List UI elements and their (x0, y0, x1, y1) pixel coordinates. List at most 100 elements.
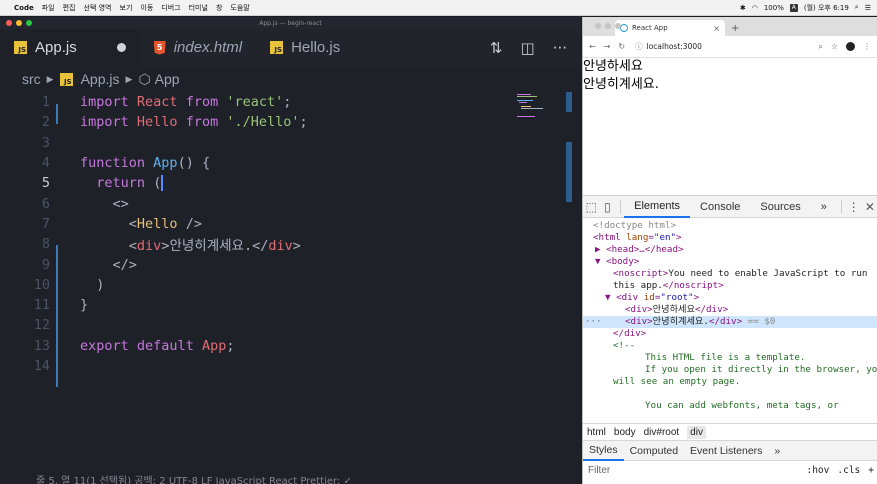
compare-changes-icon[interactable]: ⇅ (490, 39, 503, 57)
styles-filter-bar: Filter :hov .cls + (583, 460, 877, 480)
battery-text: 100% (763, 3, 784, 12)
styles-filter-input[interactable]: Filter (588, 465, 610, 476)
clock-text[interactable]: (월) 오후 6:19 (804, 3, 849, 13)
dom-node[interactable]: ▶ <head>…</head> (583, 244, 877, 256)
chrome-menu-icon[interactable]: ⋮ (863, 42, 871, 51)
dom-node[interactable]: </div> (583, 328, 877, 340)
split-editor-icon[interactable]: ◫ (521, 39, 535, 57)
tab-event-listeners[interactable]: Event Listeners (684, 441, 768, 461)
crumb-div[interactable]: div (687, 425, 706, 439)
code-line: 9 </> (0, 254, 137, 274)
menu-help[interactable]: 도움말 (230, 3, 249, 13)
browser-tab-title: React App (632, 24, 668, 32)
minimize-window-button[interactable] (605, 23, 611, 29)
unsaved-dot-icon[interactable] (116, 43, 126, 52)
menu-selection[interactable]: 선택 영역 (84, 3, 112, 13)
search-icon[interactable]: ⌕ (855, 3, 859, 12)
inspect-element-icon[interactable]: ⬚ (583, 200, 599, 214)
minimap[interactable] (517, 92, 547, 122)
menu-terminal[interactable]: 터미널 (189, 3, 208, 13)
more-actions-icon[interactable]: ··· (553, 39, 567, 57)
dom-node[interactable]: this app.</noscript> (583, 280, 877, 292)
menu-list-icon[interactable]: ☰ (865, 4, 871, 12)
dom-comment-line[interactable]: You can add webfonts, meta tags, or (583, 400, 877, 412)
profile-avatar-icon[interactable] (846, 42, 855, 51)
breadcrumb-file[interactable]: App.js (81, 71, 120, 87)
devtools-menu-icon[interactable]: ⋮ (845, 200, 861, 214)
devtools-tabs: ⬚ ▯ Elements Console Sources » ⋮ ✕ (583, 196, 877, 218)
crumb-html[interactable]: html (587, 427, 606, 438)
chevron-right-icon: ▶ (125, 73, 133, 84)
close-tab-icon[interactable]: × (713, 24, 720, 33)
tab-label: index.html (173, 39, 243, 56)
class-toggle[interactable]: .cls (837, 465, 860, 476)
zoom-icon[interactable]: ⌕ (818, 42, 822, 52)
crumb-body[interactable]: body (614, 427, 636, 438)
tab-app-js[interactable]: JS App.js (0, 29, 140, 66)
tab-index-html[interactable]: 5 index.html (140, 29, 256, 66)
dom-comment-line[interactable]: This HTML file is a template. (583, 352, 877, 364)
dom-node[interactable]: <div>안녕하세요</div> (583, 304, 877, 316)
dom-comment-line[interactable] (583, 388, 877, 400)
bookmark-star-icon[interactable]: ☆ (831, 42, 838, 51)
tab-sources[interactable]: Sources (750, 196, 810, 218)
menu-window[interactable]: 창 (216, 3, 222, 13)
close-window-button[interactable] (595, 23, 601, 29)
toolbar-right: ⌕ ☆ ⋮ (818, 42, 871, 52)
styles-pane-tabs: Styles Computed Event Listeners » (583, 440, 877, 461)
tab-computed[interactable]: Computed (624, 441, 684, 461)
dom-node[interactable]: <!doctype html> (583, 220, 877, 232)
address-bar[interactable]: ⓘ localhost:3000 (635, 41, 702, 52)
menu-debug[interactable]: 디버그 (161, 3, 180, 13)
dom-node[interactable]: ▼ <body> (583, 256, 877, 268)
line-number: 8 (41, 236, 50, 253)
dom-node[interactable]: ▼ <div id="root"> (583, 292, 877, 304)
tab-hello-js[interactable]: JS Hello.js (256, 29, 354, 66)
reload-icon[interactable]: ↻ (618, 42, 625, 51)
more-panes-button[interactable]: » (768, 441, 786, 461)
tab-elements[interactable]: Elements (624, 196, 691, 218)
window-title: App.js — begin-react (259, 19, 322, 27)
back-icon[interactable]: ← (589, 42, 596, 51)
close-devtools-icon[interactable]: ✕ (862, 200, 877, 214)
bluetooth-icon[interactable]: ✱ (740, 4, 746, 12)
breadcrumb: src ▶ JS App.js ▶ ⬡ App (0, 66, 581, 92)
dom-node[interactable]: <html lang="en"> (583, 232, 877, 244)
new-style-rule-button[interactable]: + (868, 465, 874, 476)
hover-state-toggle[interactable]: :hov (806, 465, 829, 476)
code-editor[interactable]: 1 import React from 'react'; 2 import He… (0, 92, 581, 462)
browser-tab[interactable]: React App × (615, 20, 725, 36)
input-method-icon[interactable]: A (789, 3, 798, 12)
tab-console[interactable]: Console (690, 196, 750, 218)
info-icon[interactable]: ⓘ (635, 41, 643, 52)
expand-arrow-icon: ▶ (595, 244, 607, 255)
dom-node-selected[interactable]: ··· <div>안녕히계세요.</div> == $0 (583, 316, 877, 328)
dom-comment-line[interactable]: will see an empty page. (583, 376, 877, 388)
chrome-tabstrip: React App × + (583, 17, 877, 36)
menu-app[interactable]: Code (14, 4, 34, 12)
menu-edit[interactable]: 편집 (63, 3, 76, 13)
dom-node[interactable]: <noscript>You need to enable JavaScript … (583, 268, 877, 280)
code-line: 7 <Hello /> (0, 214, 202, 234)
zoom-window-button[interactable] (615, 23, 621, 29)
tab-styles[interactable]: Styles (583, 441, 624, 461)
more-tabs-button[interactable]: » (811, 196, 837, 218)
device-toolbar-icon[interactable]: ▯ (599, 200, 615, 214)
forward-icon[interactable]: → (604, 42, 611, 51)
menu-file[interactable]: 파일 (42, 3, 55, 13)
status-bar[interactable]: 줄 5, 열 11(1 선택됨) 공백: 2 UTF-8 LF JavaScri… (0, 472, 581, 484)
dom-node[interactable]: <!-- (583, 340, 877, 352)
code-line: 12 (0, 315, 50, 335)
breadcrumb-folder[interactable]: src (22, 71, 41, 87)
crumb-div-root[interactable]: div#root (644, 427, 680, 438)
menu-go[interactable]: 이동 (140, 3, 153, 13)
dom-comment-line[interactable]: If you open it directly in the browser, … (583, 364, 877, 376)
breadcrumb-symbol[interactable]: App (155, 71, 180, 87)
new-tab-button[interactable]: + (731, 23, 739, 36)
editor-scrollbar[interactable] (566, 92, 573, 462)
dom-tree[interactable]: <!doctype html> <html lang="en"> ▶ <head… (583, 218, 877, 423)
menu-view[interactable]: 보기 (120, 3, 133, 13)
wifi-icon[interactable]: ◠ (752, 4, 758, 12)
js-file-icon: JS (59, 72, 73, 86)
line-number: 10 (33, 276, 50, 293)
